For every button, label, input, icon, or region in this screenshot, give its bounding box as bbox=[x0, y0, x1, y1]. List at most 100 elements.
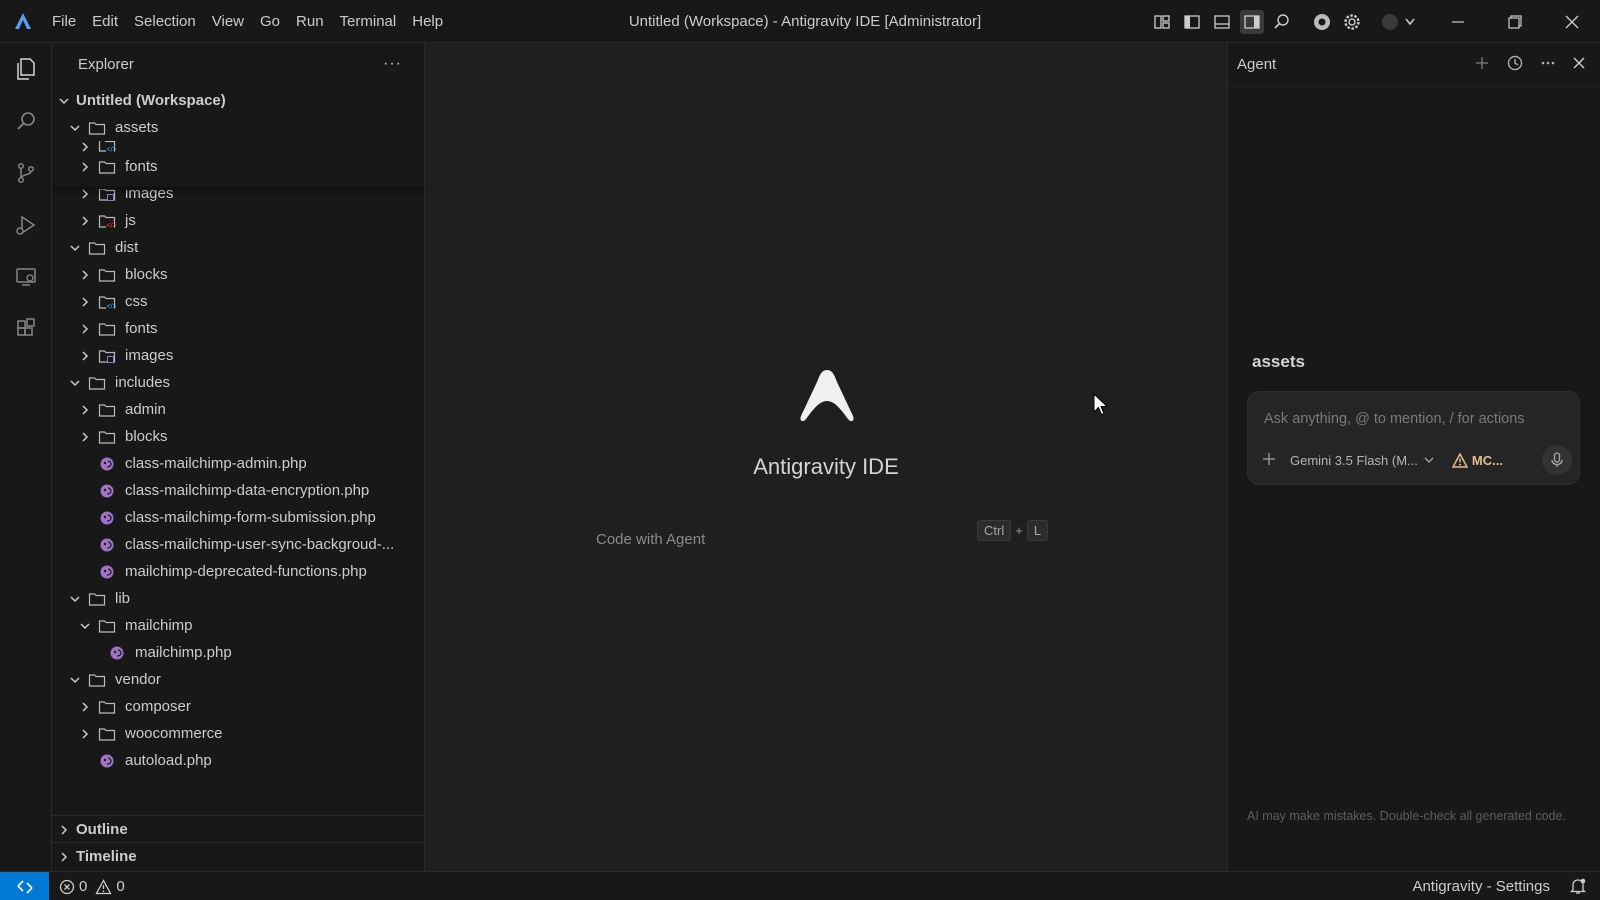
file-item[interactable]: class-mailchimp-data-encryption.php bbox=[52, 477, 424, 504]
toggle-panel-icon[interactable] bbox=[1210, 10, 1234, 34]
file-item[interactable]: class-mailchimp-form-submission.php bbox=[52, 504, 424, 531]
folder-item[interactable]: images bbox=[52, 180, 424, 207]
add-context-icon[interactable] bbox=[1262, 452, 1276, 469]
folder-item[interactable]: blocks bbox=[52, 423, 424, 450]
run-debug-icon[interactable] bbox=[0, 199, 52, 251]
menu-file[interactable]: File bbox=[44, 0, 84, 43]
antigravity-logo-icon bbox=[800, 370, 854, 422]
history-icon[interactable] bbox=[1506, 54, 1524, 75]
source-control-icon[interactable] bbox=[0, 147, 52, 199]
menu-selection[interactable]: Selection bbox=[126, 0, 204, 43]
agent-input-placeholder[interactable]: Ask anything, @ to mention, / for action… bbox=[1264, 411, 1525, 427]
shortcut-key: L bbox=[1026, 520, 1049, 541]
folder-icon bbox=[98, 423, 116, 450]
chevron-right-icon bbox=[77, 315, 93, 342]
restore-icon[interactable] bbox=[1486, 0, 1543, 43]
folder-item[interactable]: fonts bbox=[52, 153, 424, 180]
chevron-right-icon bbox=[77, 342, 93, 369]
js-folder-icon: </> bbox=[98, 207, 116, 234]
menu-view[interactable]: View bbox=[204, 0, 252, 43]
file-item[interactable]: class-mailchimp-admin.php bbox=[52, 450, 424, 477]
folder-icon bbox=[98, 612, 116, 639]
folder-item[interactable]: woocommerce bbox=[52, 720, 424, 747]
editor-area: Antigravity IDE Code with Agent Ctrl + L bbox=[425, 43, 1227, 871]
folder-item[interactable]: </> js bbox=[52, 207, 424, 234]
folder-item[interactable]: dist bbox=[52, 234, 424, 261]
folder-item[interactable]: includes bbox=[52, 369, 424, 396]
window-controls bbox=[1429, 0, 1600, 43]
menu-run[interactable]: Run bbox=[288, 0, 332, 43]
menu-help[interactable]: Help bbox=[404, 0, 451, 43]
agent-input-box[interactable]: Ask anything, @ to mention, / for action… bbox=[1247, 391, 1580, 485]
folder-icon bbox=[88, 369, 106, 396]
folder-item[interactable]: admin bbox=[52, 396, 424, 423]
file-item[interactable]: mailchimp.php bbox=[52, 639, 424, 666]
folder-item[interactable]: </>css bbox=[52, 141, 424, 153]
close-window-icon[interactable] bbox=[1543, 0, 1600, 43]
model-selector[interactable]: Gemini 3.5 Flash (M... bbox=[1290, 453, 1434, 468]
menu-terminal[interactable]: Terminal bbox=[332, 0, 405, 43]
remote-indicator-icon[interactable] bbox=[0, 872, 49, 900]
account-icon[interactable] bbox=[1378, 10, 1422, 34]
workspace-root[interactable]: Untitled (Workspace) bbox=[52, 87, 424, 114]
problems-indicator[interactable]: 0 0 bbox=[59, 872, 125, 900]
toggle-secondary-sidebar-icon[interactable] bbox=[1240, 9, 1264, 34]
chevron-down-icon bbox=[67, 369, 83, 396]
mcp-warning[interactable]: MC... bbox=[1451, 452, 1503, 468]
folder-item[interactable]: images bbox=[52, 342, 424, 369]
outline-section[interactable]: Outline bbox=[52, 815, 424, 843]
chevron-down-icon bbox=[56, 87, 72, 114]
folder-item[interactable]: blocks bbox=[52, 261, 424, 288]
more-actions-icon[interactable] bbox=[1540, 55, 1556, 74]
tree-item-label: class-mailchimp-data-encryption.php bbox=[125, 482, 370, 499]
folder-item[interactable]: </>css bbox=[52, 288, 424, 315]
folder-item[interactable]: assets bbox=[52, 114, 424, 141]
shortcut-key: Ctrl bbox=[977, 520, 1012, 541]
error-count: 0 bbox=[79, 878, 88, 895]
title-bar: File Edit Selection View Go Run Terminal Help U… bbox=[0, 0, 1600, 43]
menu-edit[interactable]: Edit bbox=[84, 0, 126, 43]
explorer-header: Explorer ··· bbox=[52, 43, 424, 85]
agent-title: Agent bbox=[1237, 56, 1277, 73]
sticky-scroll-divider bbox=[52, 187, 424, 189]
search-icon[interactable] bbox=[0, 95, 52, 147]
tree-item-label: images bbox=[125, 347, 174, 364]
layout-customize-icon[interactable] bbox=[1150, 10, 1174, 34]
notifications-bell-icon[interactable] bbox=[1569, 877, 1587, 895]
microphone-icon[interactable] bbox=[1542, 445, 1572, 475]
folder-item[interactable]: vendor bbox=[52, 666, 424, 693]
extension-circle-icon[interactable] bbox=[1310, 10, 1334, 34]
antigravity-settings-link[interactable]: Antigravity - Settings bbox=[1412, 872, 1550, 900]
tree-item-label: mailchimp bbox=[125, 617, 193, 634]
folder-icon bbox=[98, 315, 116, 342]
settings-gear-icon[interactable] bbox=[1340, 10, 1364, 34]
php-file-icon bbox=[98, 450, 116, 477]
tree-item-label: vendor bbox=[115, 671, 161, 688]
menu-go[interactable]: Go bbox=[252, 0, 288, 43]
remote-explorer-icon[interactable] bbox=[0, 251, 52, 303]
search-icon[interactable] bbox=[1270, 10, 1294, 34]
extensions-icon[interactable] bbox=[0, 303, 52, 355]
folder-item[interactable]: fonts bbox=[52, 315, 424, 342]
file-item[interactable]: mailchimp-deprecated-functions.php bbox=[52, 558, 424, 585]
folder-item[interactable]: mailchimp bbox=[52, 612, 424, 639]
folder-item[interactable]: composer bbox=[52, 693, 424, 720]
chevron-right-icon bbox=[77, 693, 93, 720]
file-tree: Untitled (Workspace) assets </> css fonts ima… bbox=[52, 87, 424, 774]
new-chat-icon[interactable] bbox=[1474, 55, 1490, 74]
toggle-primary-sidebar-icon[interactable] bbox=[1180, 10, 1204, 34]
file-item[interactable]: class-mailchimp-user-sync-backgroud-... bbox=[52, 531, 424, 558]
chevron-right-icon bbox=[77, 396, 93, 423]
close-panel-icon[interactable] bbox=[1572, 56, 1586, 73]
folder-icon bbox=[88, 234, 106, 261]
folder-item[interactable]: lib bbox=[52, 585, 424, 612]
explorer-icon[interactable] bbox=[0, 43, 52, 95]
code-with-agent-label[interactable]: Code with Agent bbox=[596, 531, 705, 548]
timeline-section[interactable]: Timeline bbox=[52, 842, 424, 870]
mcp-label: MC... bbox=[1471, 452, 1503, 468]
php-file-icon bbox=[108, 639, 126, 666]
minimize-icon[interactable] bbox=[1429, 0, 1486, 43]
more-actions-icon[interactable]: ··· bbox=[383, 55, 402, 73]
tree-item-label: Untitled (Workspace) bbox=[76, 92, 226, 109]
file-item[interactable]: autoload.php bbox=[52, 747, 424, 774]
